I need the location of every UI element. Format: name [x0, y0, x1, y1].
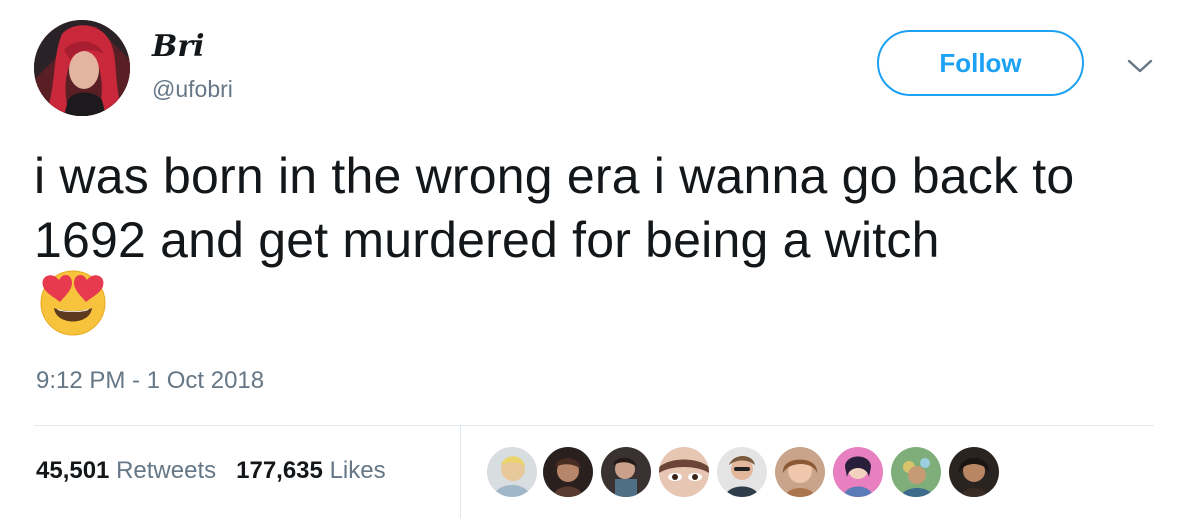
- likes-stat[interactable]: 177,635 Likes: [236, 457, 385, 484]
- liker-avatar-7[interactable]: [831, 445, 885, 499]
- likes-label: Likes: [329, 457, 386, 484]
- retweets-count: 45,501: [36, 457, 110, 484]
- likes-count: 177,635: [236, 457, 323, 484]
- liker-avatar-9[interactable]: [947, 445, 1001, 499]
- liker-avatar-4[interactable]: [657, 445, 711, 499]
- follow-button[interactable]: Follow: [877, 30, 1084, 96]
- liker-avatar-1[interactable]: [485, 445, 539, 499]
- retweets-label: Retweets: [116, 457, 217, 484]
- tweet-card: Bri @ufobri Follow i was born in the wro…: [0, 0, 1182, 518]
- liker-avatar-3[interactable]: [599, 445, 653, 499]
- tweet-text: i was born in the wrong era i wanna go b…: [34, 148, 1075, 268]
- stats-separator: [460, 426, 461, 518]
- heart-eyes-emoji-icon: [38, 266, 108, 336]
- tweet-stats: 45,501 Retweets 177,635 Likes: [36, 456, 386, 486]
- retweets-stat[interactable]: 45,501 Retweets: [36, 457, 216, 484]
- avatar-icon: [34, 20, 130, 116]
- stats-divider: [34, 425, 1154, 426]
- tweet-timestamp[interactable]: 9:12 PM - 1 Oct 2018: [36, 366, 264, 396]
- display-name[interactable]: Bri: [152, 30, 205, 64]
- chevron-down-icon[interactable]: [1125, 56, 1155, 76]
- user-handle[interactable]: @ufobri: [152, 75, 233, 103]
- liker-avatar-6[interactable]: [773, 445, 827, 499]
- liker-avatar-2[interactable]: [541, 445, 595, 499]
- liker-avatar-8[interactable]: [889, 445, 943, 499]
- liker-avatar-5[interactable]: [715, 445, 769, 499]
- profile-avatar[interactable]: [34, 20, 130, 116]
